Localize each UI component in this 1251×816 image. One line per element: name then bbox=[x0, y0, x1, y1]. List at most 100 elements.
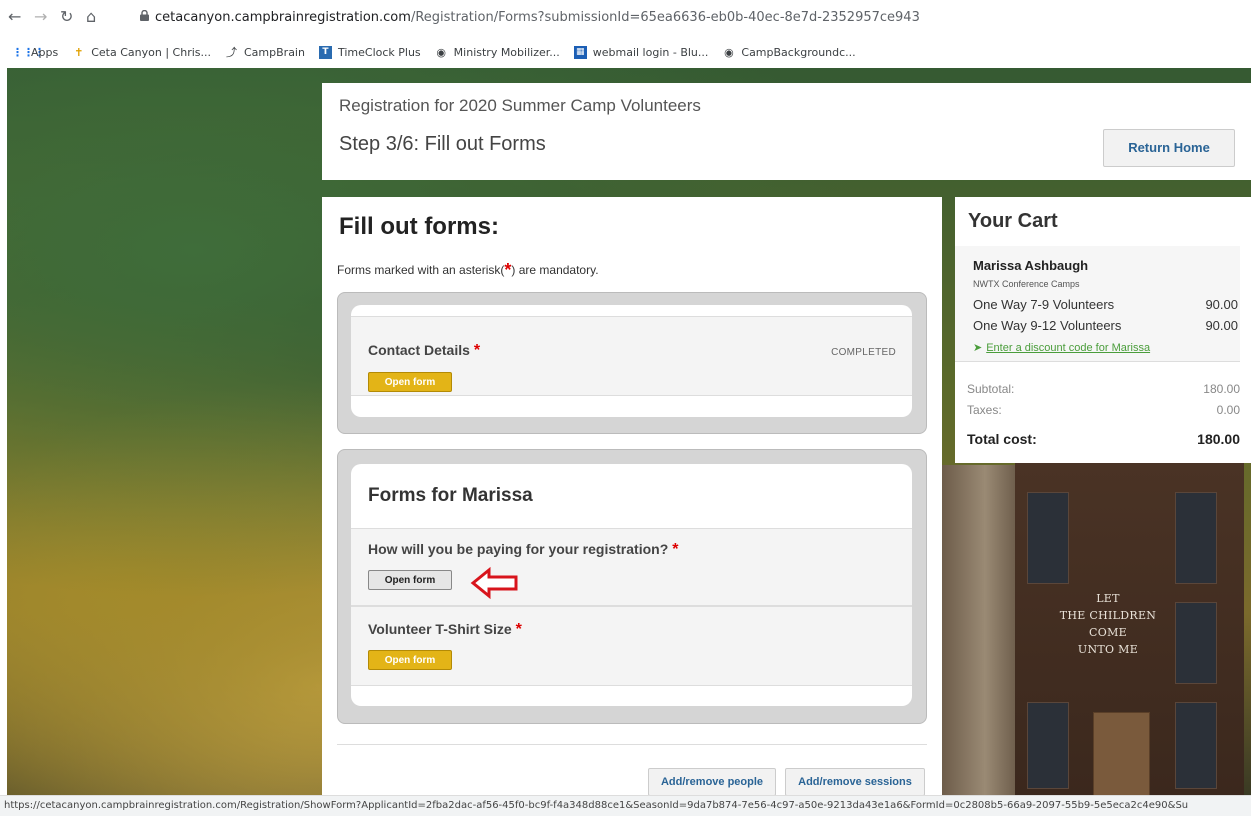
bookmark-campbackground[interactable]: ◉ CampBackgroundc... bbox=[722, 45, 856, 59]
apps-grid-icon: ⋮⋮⋮ bbox=[12, 45, 45, 59]
chapel-window bbox=[1027, 702, 1069, 789]
subtotal-line: Subtotal: 180.00 bbox=[967, 382, 1240, 396]
chapel-door bbox=[1093, 712, 1150, 797]
registration-title: Registration for 2020 Summer Camp Volunt… bbox=[339, 96, 701, 115]
total-line: Total cost: 180.00 bbox=[967, 431, 1240, 447]
cart-registrant: Marissa Ashbaugh NWTX Conference Camps O… bbox=[955, 246, 1240, 362]
lock-icon bbox=[140, 10, 149, 21]
add-remove-people-button[interactable]: Add/remove people bbox=[648, 768, 776, 796]
chapel-sign-line: LET bbox=[1096, 592, 1120, 605]
participant-forms-title: Forms for Marissa bbox=[368, 485, 533, 506]
total-label: Total cost: bbox=[967, 431, 1037, 447]
form-title: How will you be paying for your registra… bbox=[368, 541, 669, 557]
home-icon[interactable]: ⌂ bbox=[86, 7, 96, 26]
chapel-window bbox=[1175, 602, 1217, 684]
globe-icon: ◉ bbox=[436, 45, 446, 59]
timeclock-icon: T bbox=[318, 45, 332, 59]
discount-link-label: Enter a discount code for Marissa bbox=[986, 342, 1151, 354]
registrant-org: NWTX Conference Camps bbox=[973, 279, 1080, 289]
url-path: /Registration/Forms?submissionId=65ea663… bbox=[410, 10, 920, 25]
tag-icon: ➤ bbox=[973, 342, 983, 354]
return-home-button[interactable]: Return Home bbox=[1103, 129, 1235, 167]
cart-item-amount: 90.00 bbox=[1205, 297, 1238, 312]
bookmark-webmail[interactable]: ▦ webmail login - Blu... bbox=[573, 45, 709, 59]
discount-code-link[interactable]: ➤ Enter a discount code for Marissa bbox=[973, 341, 1150, 354]
contact-form-group: Contact Details * COMPLETED Open form bbox=[337, 292, 927, 434]
total-amount: 180.00 bbox=[1197, 431, 1240, 447]
bookmarks-bar: ⋮⋮⋮ Apps ✝ Ceta Canyon | Chris... ⤴ CampBra… bbox=[12, 42, 870, 62]
cart-item-label: One Way 7-9 Volunteers bbox=[973, 297, 1115, 312]
bookmark-timeclock[interactable]: T TimeClock Plus bbox=[318, 45, 421, 59]
campbrain-icon: ⤴ bbox=[226, 45, 237, 59]
cart-item-amount: 90.00 bbox=[1205, 318, 1238, 333]
forms-panel: Fill out forms: Forms marked with an ast… bbox=[322, 197, 942, 796]
cross-icon: ✝ bbox=[74, 45, 84, 59]
subtotal-amount: 180.00 bbox=[1203, 382, 1240, 396]
mandatory-note-suffix: ) are mandatory. bbox=[511, 263, 599, 277]
cart-item: One Way 7-9 Volunteers 90.00 bbox=[973, 297, 1238, 312]
taxes-amount: 0.00 bbox=[1216, 403, 1240, 417]
red-arrow-annotation-icon bbox=[470, 566, 518, 600]
status-bar-url: https://cetacanyon.campbrainregistration… bbox=[0, 795, 1251, 816]
chapel-sign: LET THE CHILDREN COME UNTO ME bbox=[1048, 590, 1168, 658]
open-tshirt-form-button[interactable]: Open form bbox=[368, 650, 452, 670]
cart-item-label: One Way 9-12 Volunteers bbox=[973, 318, 1122, 333]
cart-panel: Your Cart Marissa Ashbaugh NWTX Conferen… bbox=[955, 197, 1251, 463]
chapel-window bbox=[1175, 492, 1217, 584]
contact-details-row: Contact Details * COMPLETED Open form bbox=[351, 316, 912, 396]
reload-icon[interactable]: ↻ bbox=[60, 7, 73, 26]
chapel-window bbox=[1027, 492, 1069, 584]
tshirt-form-row: Volunteer T-Shirt Size * Open form bbox=[351, 606, 912, 686]
add-remove-sessions-button[interactable]: Add/remove sessions bbox=[785, 768, 925, 796]
forward-icon[interactable]: → bbox=[34, 7, 47, 26]
chapel-sign-line: COME bbox=[1089, 626, 1127, 639]
step-title: Step 3/6: Fill out Forms bbox=[339, 133, 546, 155]
bookmark-ministry-mobilizer[interactable]: ◉ Ministry Mobilizer... bbox=[435, 45, 560, 59]
bookmark-label: webmail login - Blu... bbox=[592, 45, 709, 59]
globe-icon: ◉ bbox=[724, 45, 734, 59]
url-host: cetacanyon.campbrainregistration.com bbox=[155, 10, 411, 25]
bookmark-label: CampBrain bbox=[244, 45, 305, 59]
open-contact-form-button[interactable]: Open form bbox=[368, 372, 452, 392]
payment-form-row: How will you be paying for your registra… bbox=[351, 528, 912, 606]
chapel-window bbox=[1175, 702, 1217, 789]
participant-forms-card: Forms for Marissa How will you be paying… bbox=[351, 464, 912, 706]
back-icon[interactable]: ← bbox=[8, 7, 21, 26]
bookmark-label: TimeClock Plus bbox=[337, 45, 421, 59]
page-title: Fill out forms: bbox=[339, 213, 499, 240]
required-asterisk: * bbox=[515, 621, 522, 638]
registrant-name: Marissa Ashbaugh bbox=[973, 258, 1089, 273]
bookmark-label: CampBackgroundc... bbox=[741, 45, 856, 59]
subtotal-label: Subtotal: bbox=[967, 382, 1015, 396]
browser-toolbar: ← → ↻ ⌂ cetacanyon.campbrainregistration… bbox=[0, 0, 1251, 68]
cart-title: Your Cart bbox=[968, 210, 1058, 232]
contact-details-title: Contact Details * bbox=[368, 342, 480, 360]
taxes-label: Taxes: bbox=[967, 403, 1002, 417]
required-asterisk: * bbox=[672, 541, 679, 558]
bookmark-apps[interactable]: ⋮⋮⋮ Apps bbox=[12, 46, 58, 59]
bookmark-label: Ceta Canyon | Chris... bbox=[91, 45, 211, 59]
taxes-line: Taxes: 0.00 bbox=[967, 403, 1240, 417]
grid-icon: ▦ bbox=[573, 45, 587, 59]
tshirt-form-title: Volunteer T-Shirt Size * bbox=[368, 621, 522, 639]
open-payment-form-button[interactable]: Open form bbox=[368, 570, 452, 590]
mandatory-note-prefix: Forms marked with an asterisk( bbox=[337, 263, 505, 277]
contact-form-card: Contact Details * COMPLETED Open form bbox=[351, 305, 912, 417]
chapel-sign-line: THE CHILDREN bbox=[1059, 609, 1157, 622]
form-title: Volunteer T-Shirt Size bbox=[368, 621, 512, 637]
bookmark-label: Ministry Mobilizer... bbox=[453, 45, 560, 59]
completed-status: COMPLETED bbox=[831, 347, 896, 358]
chapel-sign-line: UNTO ME bbox=[1077, 643, 1139, 656]
mandatory-note: Forms marked with an asterisk(*) are man… bbox=[337, 260, 599, 281]
divider bbox=[337, 744, 927, 745]
participant-forms-group: Forms for Marissa How will you be paying… bbox=[337, 449, 927, 724]
bookmark-ceta-canyon[interactable]: ✝ Ceta Canyon | Chris... bbox=[72, 46, 211, 59]
cart-item: One Way 9-12 Volunteers 90.00 bbox=[973, 318, 1238, 333]
registration-header: Registration for 2020 Summer Camp Volunt… bbox=[322, 83, 1251, 180]
bookmark-label: Apps bbox=[31, 45, 59, 59]
bookmark-campbrain[interactable]: ⤴ CampBrain bbox=[225, 46, 305, 59]
required-asterisk: * bbox=[473, 342, 481, 359]
address-bar[interactable]: cetacanyon.campbrainregistration.com/Reg… bbox=[155, 10, 920, 25]
form-title: Contact Details bbox=[368, 342, 470, 358]
payment-form-title: How will you be paying for your registra… bbox=[368, 541, 678, 559]
